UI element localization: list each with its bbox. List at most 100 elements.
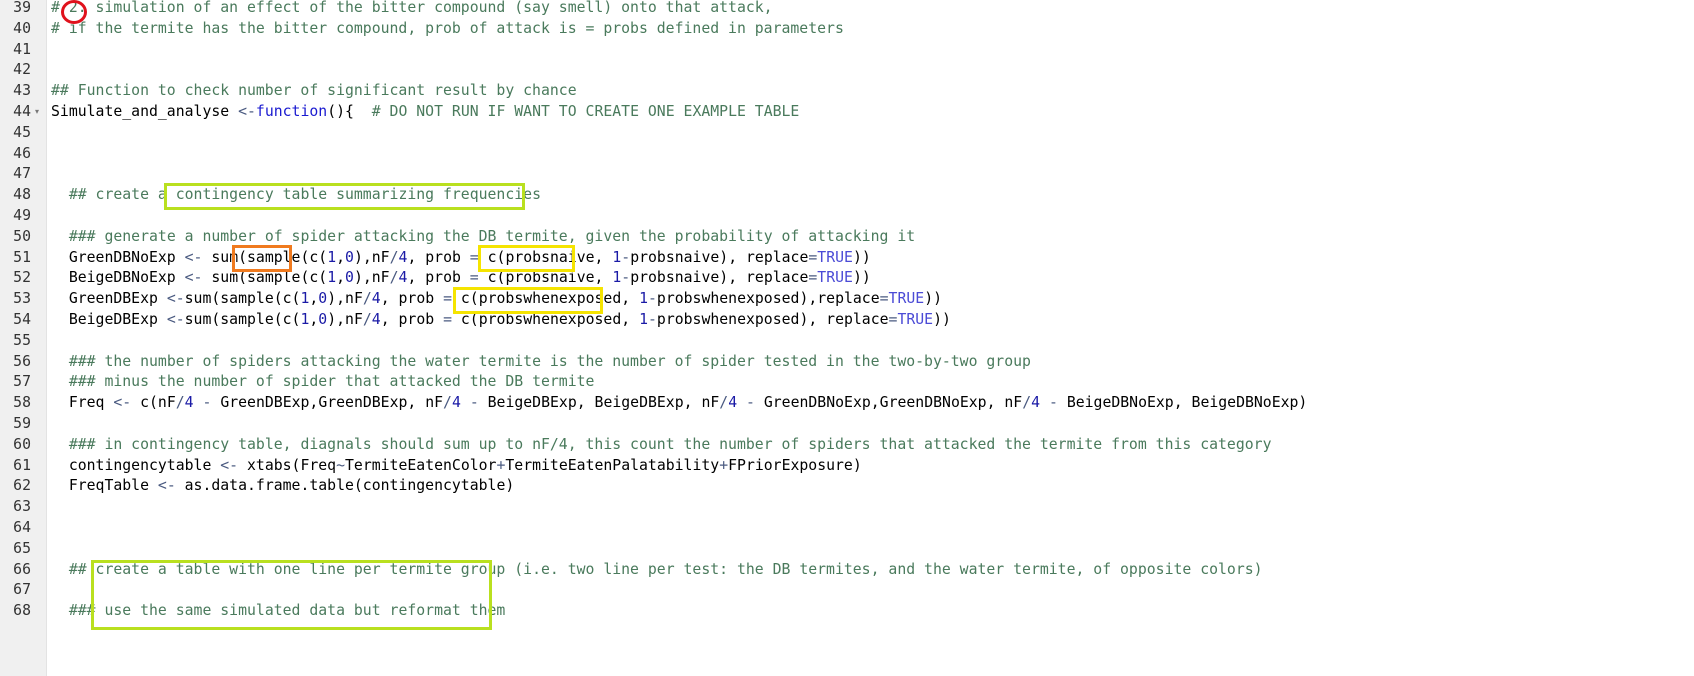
code-line[interactable]: 61 contingencytable <- xtabs(Freq~Termit…: [0, 456, 1694, 477]
code-token-text: BeigeDBNoExp: [51, 269, 185, 287]
code-line[interactable]: 54 BeigeDBExp <-sum(sample(c(1,0),nF/4, …: [0, 310, 1694, 331]
code-line[interactable]: 64: [0, 518, 1694, 539]
code-line[interactable]: 47: [0, 164, 1694, 185]
code-line[interactable]: 46: [0, 144, 1694, 165]
code-token-op: <-: [184, 269, 203, 287]
code-text: contingencytable <- xtabs(Freq~TermiteEa…: [51, 456, 862, 477]
code-token-kw: function: [255, 102, 328, 120]
code-token-text: c(probsnaive,: [478, 269, 613, 287]
line-number: 40: [13, 19, 31, 37]
code-token-number: 1: [327, 248, 337, 266]
code-token-number: 4: [371, 310, 381, 328]
code-token-text: TermiteEatenPalatability: [505, 456, 720, 474]
line-number: 55: [13, 331, 31, 349]
code-token-op: =: [879, 290, 889, 308]
code-token-text: xtabs(Freq: [238, 456, 337, 474]
code-token-text: Simulate_and_analyse: [51, 102, 239, 120]
code-line[interactable]: 68 ### use the same simulated data but r…: [0, 601, 1694, 622]
line-number: 48: [13, 186, 31, 204]
code-line[interactable]: 41: [0, 40, 1694, 61]
code-token-text: ),nF: [353, 269, 390, 287]
code-text: BeigeDBNoExp <- sum(sample(c(1,0),nF/4, …: [51, 268, 871, 289]
code-text: ### in contingency table, diagnals shoul…: [51, 435, 1272, 456]
code-token-text: Freq: [51, 394, 114, 412]
code-line[interactable]: 44 ▾ Simulate_and_analyse <-function(){ # …: [0, 102, 1694, 123]
line-number: 43: [13, 82, 31, 100]
code-token-op: /: [362, 310, 372, 328]
line-number: 62: [13, 477, 31, 495]
code-line[interactable]: 66 ## create a table with one line per t…: [0, 560, 1694, 581]
code-token-op: =: [469, 269, 479, 287]
line-number: 49: [13, 206, 31, 224]
code-token-op: /: [175, 394, 185, 412]
code-line[interactable]: 55: [0, 331, 1694, 352]
code-line[interactable]: 43 ## Function to check number of signifi…: [0, 81, 1694, 102]
code-token-text: sum(sample(c(: [202, 248, 328, 266]
code-line[interactable]: 48 ## create a contingency table summari…: [0, 185, 1694, 206]
code-line[interactable]: 57 ### minus the number of spider that a…: [0, 372, 1694, 393]
code-text: GreenDBExp <-sum(sample(c(1,0),nF/4, pro…: [51, 289, 942, 310]
code-line[interactable]: 65: [0, 539, 1694, 560]
line-number: 50: [13, 227, 31, 245]
fold-toggle-icon[interactable]: ▾: [35, 102, 39, 123]
code-line[interactable]: 52 BeigeDBNoExp <- sum(sample(c(1,0),nF/…: [0, 268, 1694, 289]
code-line[interactable]: 45: [0, 123, 1694, 144]
code-token-comment: ### in contingency table, diagnals shoul…: [68, 435, 1272, 453]
line-number: 44: [13, 102, 31, 120]
code-token-text: GreenDBExp: [51, 290, 167, 308]
code-editor[interactable]: 39 # 2. simulation of an effect of the bi…: [0, 0, 1694, 622]
code-token-comment: ### use the same simulated data but refo…: [68, 602, 506, 620]
code-token-text: c(nF: [131, 394, 176, 412]
line-number: 63: [13, 498, 31, 516]
code-token-op: <-: [238, 102, 256, 120]
code-line[interactable]: 40 # if the termite has the bitter compou…: [0, 19, 1694, 40]
code-token-text: c(probsnaive,: [478, 248, 613, 266]
code-text: GreenDBNoExp <- sum(sample(c(1,0),nF/4, …: [51, 248, 871, 269]
code-line[interactable]: 39 # 2. simulation of an effect of the bi…: [0, 0, 1694, 19]
code-token-op: /: [389, 269, 399, 287]
line-number: 54: [13, 310, 31, 328]
code-text: ### the number of spiders attacking the …: [51, 352, 1031, 373]
code-text: # 2. simulation of an effect of the bitt…: [51, 0, 773, 19]
code-token-text: ,: [336, 269, 346, 287]
code-line[interactable]: 59: [0, 414, 1694, 435]
code-token-number: 4: [1031, 394, 1041, 412]
code-line[interactable]: 63: [0, 497, 1694, 518]
code-token-text: )): [933, 310, 951, 328]
code-line[interactable]: 67: [0, 580, 1694, 601]
code-text: BeigeDBExp <-sum(sample(c(1,0),nF/4, pro…: [51, 310, 951, 331]
code-token-comment: ### minus the number of spider that atta…: [68, 373, 595, 391]
line-number: 45: [13, 123, 31, 141]
code-line[interactable]: 51 GreenDBNoExp <- sum(sample(c(1,0),nF/…: [0, 248, 1694, 269]
code-token-op: -: [746, 394, 755, 412]
code-token-text: ,: [336, 248, 346, 266]
line-number: 57: [13, 373, 31, 391]
code-line[interactable]: 42: [0, 60, 1694, 81]
code-token-text: )): [852, 248, 871, 266]
code-token-number: 1: [612, 269, 622, 287]
code-line[interactable]: 49: [0, 206, 1694, 227]
code-token-text: BeigeDBNoExp, BeigeDBNoExp): [1057, 394, 1308, 412]
code-token-text: )): [852, 269, 871, 287]
code-token-op: /: [1022, 394, 1032, 412]
code-line[interactable]: 56 ### the number of spiders attacking t…: [0, 352, 1694, 373]
code-token-number: 4: [728, 394, 738, 412]
line-number: 52: [13, 269, 31, 287]
code-line[interactable]: 50 ### generate a number of spider attac…: [0, 227, 1694, 248]
code-token-comment: ## create a contingency table summarizin…: [68, 186, 541, 204]
code-line[interactable]: 53 GreenDBExp <-sum(sample(c(1,0),nF/4, …: [0, 289, 1694, 310]
line-number: 60: [13, 435, 31, 453]
line-number: 59: [13, 414, 31, 432]
code-token-text: GreenDBNoExp,GreenDBNoExp, nF: [754, 394, 1023, 412]
code-line[interactable]: 58 Freq <- c(nF/4 - GreenDBExp,GreenDBEx…: [0, 393, 1694, 414]
code-line[interactable]: 60 ### in contingency table, diagnals sh…: [0, 435, 1694, 456]
code-token-op: +: [719, 456, 729, 474]
code-token-op: =: [443, 290, 452, 308]
line-number: 65: [13, 539, 31, 557]
code-token-text: ,: [309, 290, 319, 308]
code-line[interactable]: 62 FreqTable <- as.data.frame.table(cont…: [0, 476, 1694, 497]
code-text: ### generate a number of spider attackin…: [51, 227, 915, 248]
